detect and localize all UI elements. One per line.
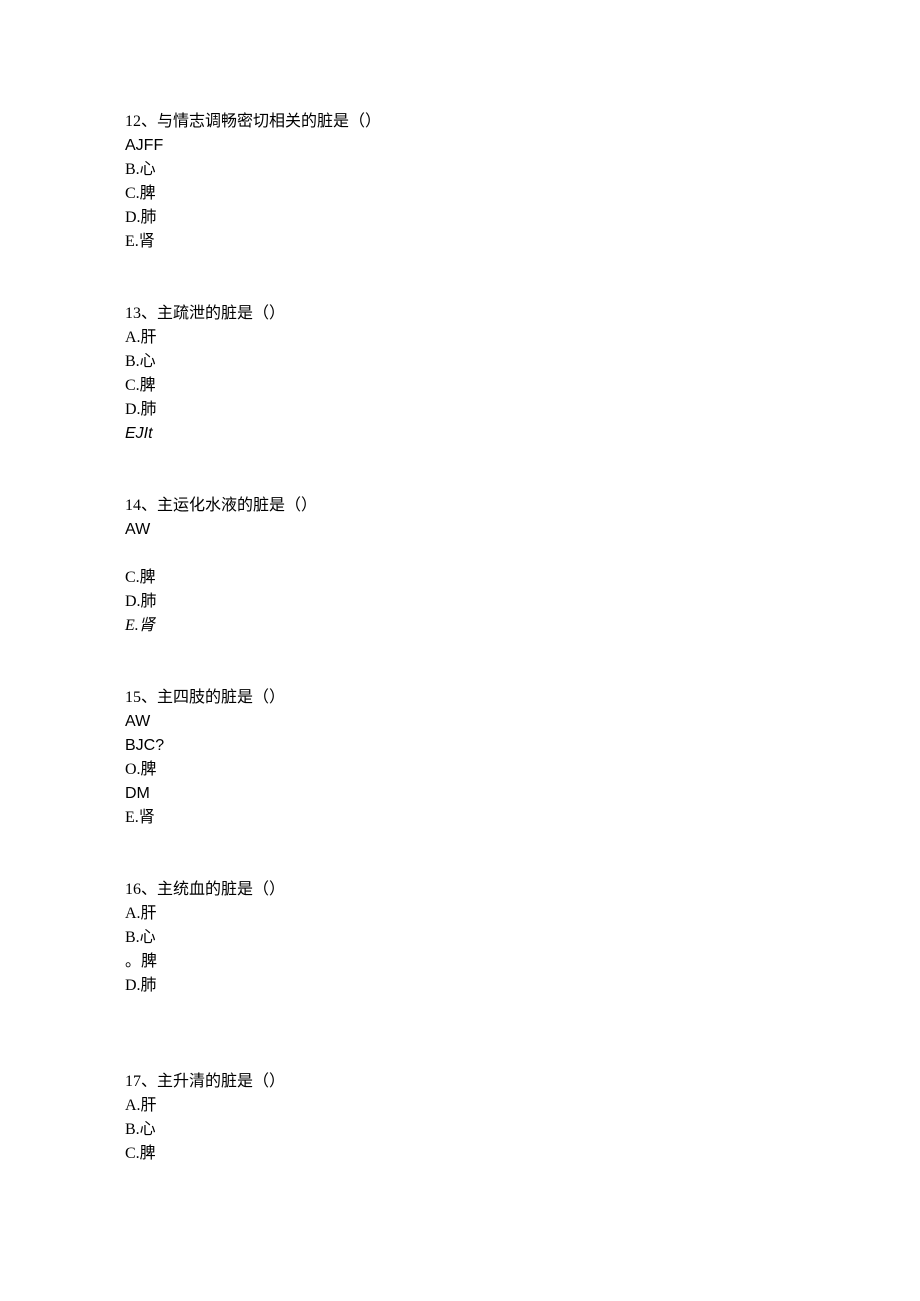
option-b-blank	[125, 542, 795, 566]
option-c: 。脾	[125, 950, 795, 974]
question-13: 13、主疏泄的脏是（） A.肝 B.心 C.脾 D.肺 EJIt	[125, 302, 795, 446]
option-b: B.心	[125, 926, 795, 950]
option-b: BJC?	[125, 734, 795, 758]
option-b: B.心	[125, 1118, 795, 1142]
option-c: C.脾	[125, 1142, 795, 1166]
option-c: C.脾	[125, 374, 795, 398]
option-b: B.心	[125, 158, 795, 182]
question-12: 12、与情志调畅密切相关的脏是（） AJFF B.心 C.脾 D.肺 E.肾	[125, 110, 795, 254]
option-e: E.肾	[125, 614, 795, 638]
option-a: AW	[125, 518, 795, 542]
option-c: C.脾	[125, 182, 795, 206]
question-17: 17、主升清的脏是（） A.肝 B.心 C.脾	[125, 1070, 795, 1166]
question-stem: 15、主四肢的脏是（）	[125, 686, 795, 710]
option-d: DM	[125, 782, 795, 806]
option-e: EJIt	[125, 422, 795, 446]
option-a: AW	[125, 710, 795, 734]
option-a: A.肝	[125, 902, 795, 926]
option-c: C.脾	[125, 566, 795, 590]
question-stem: 14、主运化水液的脏是（）	[125, 494, 795, 518]
option-c: O.脾	[125, 758, 795, 782]
option-a: AJFF	[125, 134, 795, 158]
option-e: E.肾	[125, 230, 795, 254]
document-page: 12、与情志调畅密切相关的脏是（） AJFF B.心 C.脾 D.肺 E.肾 1…	[0, 0, 920, 1301]
option-e: E.肾	[125, 806, 795, 830]
question-stem: 16、主统血的脏是（）	[125, 878, 795, 902]
question-stem: 12、与情志调畅密切相关的脏是（）	[125, 110, 795, 134]
question-14: 14、主运化水液的脏是（） AW C.脾 D.肺 E.肾	[125, 494, 795, 638]
question-16: 16、主统血的脏是（） A.肝 B.心 。脾 D.肺	[125, 878, 795, 998]
question-15: 15、主四肢的脏是（） AW BJC? O.脾 DM E.肾	[125, 686, 795, 830]
option-a: A.肝	[125, 326, 795, 350]
option-b: B.心	[125, 350, 795, 374]
question-stem: 17、主升清的脏是（）	[125, 1070, 795, 1094]
question-stem: 13、主疏泄的脏是（）	[125, 302, 795, 326]
option-d: D.肺	[125, 974, 795, 998]
option-d: D.肺	[125, 590, 795, 614]
option-a: A.肝	[125, 1094, 795, 1118]
option-d: D.肺	[125, 206, 795, 230]
option-d: D.肺	[125, 398, 795, 422]
